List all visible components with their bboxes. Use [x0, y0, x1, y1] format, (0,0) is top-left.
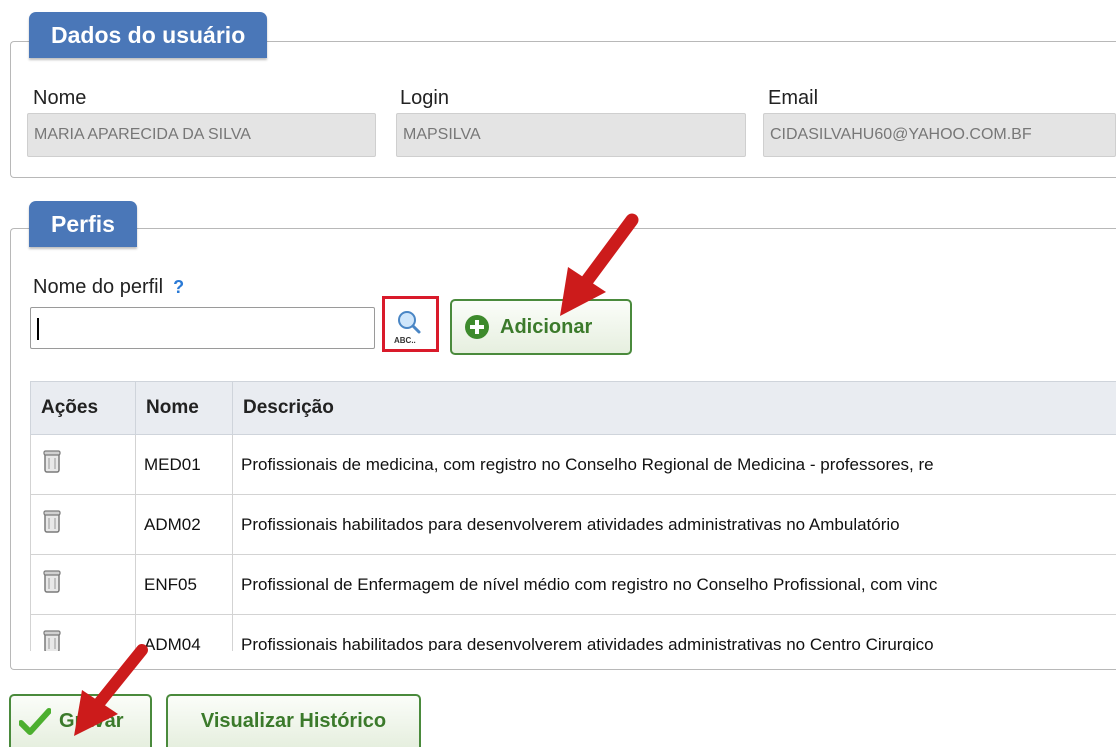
- profile-search-button[interactable]: ABC..: [382, 296, 439, 352]
- magnifier-icon: ABC..: [385, 299, 436, 349]
- table-row: MED01 Profissionais de medicina, com reg…: [31, 435, 1116, 495]
- profile-name-input[interactable]: [30, 307, 375, 349]
- name-field[interactable]: MARIA APARECIDA DA SILVA: [27, 113, 376, 157]
- profiles-table-viewport[interactable]: Ações Nome Descrição MED01 Profissionais…: [30, 381, 1116, 651]
- save-button-label: Gravar: [59, 710, 124, 733]
- table-row: ADM02 Profissionais habilitados para des…: [31, 495, 1116, 555]
- search-icon-text: ABC..: [394, 336, 416, 345]
- profile-name-label: Nome do perfil?: [33, 276, 184, 299]
- row-description: Profissional de Enfermagem de nível médi…: [233, 555, 1116, 615]
- help-icon[interactable]: ?: [173, 277, 184, 297]
- table-row: ENF05 Profissional de Enfermagem de níve…: [31, 555, 1116, 615]
- save-button[interactable]: Gravar: [9, 694, 152, 747]
- login-field[interactable]: MAPSILVA: [396, 113, 746, 157]
- trash-icon[interactable]: [43, 570, 61, 594]
- trash-icon[interactable]: [43, 630, 61, 651]
- col-header-actions: Ações: [31, 382, 136, 435]
- name-label: Nome: [33, 87, 86, 110]
- user-data-fieldset: [10, 41, 1116, 178]
- email-field[interactable]: CIDASILVAHU60@YAHOO.COM.BF: [763, 113, 1116, 157]
- row-description: Profissionais de medicina, com registro …: [233, 435, 1116, 495]
- add-profile-button-label: Adicionar: [500, 316, 592, 339]
- login-label: Login: [400, 87, 449, 110]
- row-actions: [31, 435, 136, 495]
- row-actions: [31, 615, 136, 652]
- col-header-description: Descrição: [233, 382, 1116, 435]
- row-description: Profissionais habilitados para desenvolv…: [233, 615, 1116, 652]
- row-name: MED01: [136, 435, 233, 495]
- email-label: Email: [768, 87, 818, 110]
- view-history-button[interactable]: Visualizar Histórico: [166, 694, 421, 747]
- row-name: ADM04: [136, 615, 233, 652]
- trash-icon[interactable]: [43, 450, 61, 474]
- row-actions: [31, 495, 136, 555]
- row-description: Profissionais habilitados para desenvolv…: [233, 495, 1116, 555]
- row-actions: [31, 555, 136, 615]
- row-name: ENF05: [136, 555, 233, 615]
- profiles-table: Ações Nome Descrição MED01 Profissionais…: [30, 381, 1116, 651]
- table-row: ADM04 Profissionais habilitados para des…: [31, 615, 1116, 652]
- user-data-legend: Dados do usuário: [29, 12, 267, 58]
- plus-circle-icon: [464, 314, 490, 340]
- profiles-legend: Perfis: [29, 201, 137, 247]
- text-caret: [37, 318, 39, 340]
- checkmark-icon: [19, 708, 51, 736]
- table-header-row: Ações Nome Descrição: [31, 382, 1116, 435]
- view-history-button-label: Visualizar Histórico: [201, 710, 386, 733]
- row-name: ADM02: [136, 495, 233, 555]
- add-profile-button[interactable]: Adicionar: [450, 299, 632, 355]
- trash-icon[interactable]: [43, 510, 61, 534]
- profile-name-label-text: Nome do perfil: [33, 276, 163, 298]
- col-header-name: Nome: [136, 382, 233, 435]
